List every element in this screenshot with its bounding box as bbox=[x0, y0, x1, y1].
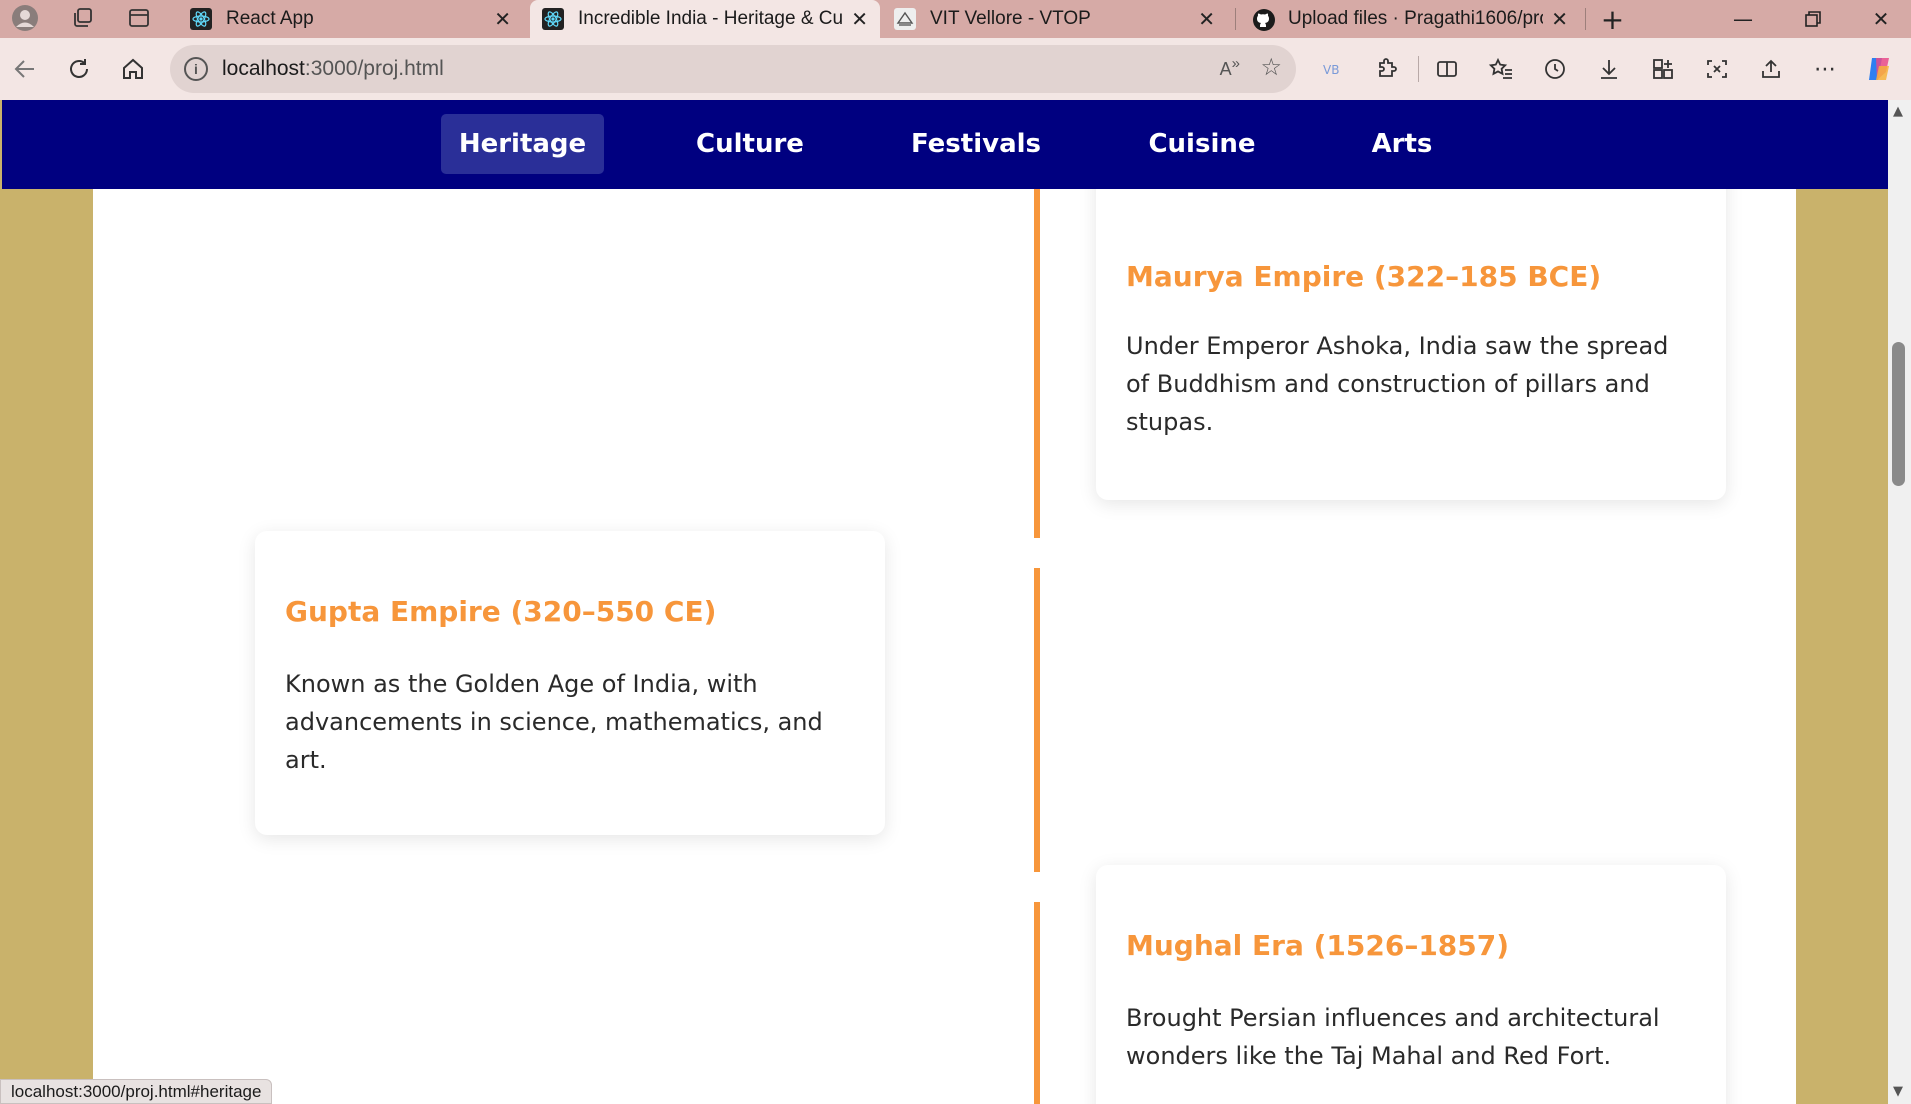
tab-vit-vtop[interactable]: VIT Vellore - VTOP ✕ bbox=[882, 0, 1227, 38]
timeline-card-text: Under Emperor Ashoka, India saw the spre… bbox=[1126, 332, 1669, 436]
share-icon[interactable] bbox=[1750, 48, 1792, 90]
new-tab-plus-icon[interactable]: + bbox=[1585, 0, 1640, 38]
scroll-up-arrow-icon[interactable]: ▲ bbox=[1893, 104, 1903, 119]
main-content: Maurya Empire (322–185 BCE) Under Empero… bbox=[93, 100, 1796, 1104]
page-viewport: Maurya Empire (322–185 BCE) Under Empero… bbox=[0, 100, 1888, 1104]
copilot-icon[interactable] bbox=[1858, 48, 1900, 90]
github-icon bbox=[1252, 8, 1275, 31]
timeline-card-title: Maurya Empire (322–185 BCE) bbox=[1126, 260, 1602, 293]
url-path: :3000/proj.html bbox=[304, 57, 444, 80]
tab-title: React App bbox=[226, 8, 314, 29]
tab-incredible-india[interactable]: Incredible India - Heritage & Culture ✕ bbox=[530, 0, 880, 38]
react-icon bbox=[542, 8, 564, 30]
browser-toolbar: i localhost:3000/proj.html A» ☆ VB ⋯ bbox=[0, 38, 1911, 100]
apps-icon[interactable] bbox=[1642, 48, 1684, 90]
close-tab-icon[interactable]: ✕ bbox=[494, 7, 511, 32]
link-status-bar: localhost:3000/proj.html#heritage bbox=[0, 1079, 273, 1104]
timeline-card-title: Gupta Empire (320–550 CE) bbox=[285, 595, 717, 628]
address-bar[interactable]: i localhost:3000/proj.html A» ☆ bbox=[170, 45, 1296, 93]
timeline-card-text: Brought Persian influences and architect… bbox=[1126, 1004, 1660, 1070]
browser-tab-bar: React App ✕ Incredible India - Heritage … bbox=[0, 0, 1911, 38]
timeline-line bbox=[1034, 568, 1040, 872]
nav-cuisine[interactable]: Cuisine bbox=[1112, 114, 1292, 174]
url-host: localhost bbox=[222, 57, 305, 80]
tab-title: Incredible India - Heritage & Culture bbox=[578, 8, 844, 29]
workspaces-icon[interactable] bbox=[68, 3, 98, 33]
tab-title: VIT Vellore - VTOP bbox=[930, 8, 1091, 29]
timeline-line bbox=[1034, 902, 1040, 1104]
downloads-icon[interactable] bbox=[1588, 48, 1630, 90]
close-window-icon[interactable]: ✕ bbox=[1851, 0, 1911, 38]
nav-festivals[interactable]: Festivals bbox=[890, 114, 1062, 174]
read-aloud-icon[interactable]: A» bbox=[1220, 55, 1240, 80]
nav-culture[interactable]: Culture bbox=[660, 114, 840, 174]
profile-icon[interactable] bbox=[10, 3, 40, 33]
minimize-icon[interactable]: — bbox=[1713, 0, 1773, 38]
split-screen-icon[interactable] bbox=[1426, 48, 1468, 90]
restore-icon[interactable] bbox=[1783, 0, 1843, 38]
close-tab-icon[interactable]: ✕ bbox=[1551, 7, 1568, 32]
screenshot-icon[interactable] bbox=[1696, 48, 1738, 90]
timeline-card-gupta: Gupta Empire (320–550 CE) Known as the G… bbox=[255, 531, 885, 835]
vit-logo-icon bbox=[894, 8, 916, 30]
timeline-line bbox=[1034, 189, 1040, 538]
more-options-icon[interactable]: ⋯ bbox=[1804, 48, 1846, 90]
favorites-icon[interactable] bbox=[1480, 48, 1522, 90]
refresh-icon[interactable] bbox=[58, 48, 100, 90]
history-icon[interactable] bbox=[1534, 48, 1576, 90]
scrollbar-thumb[interactable] bbox=[1892, 342, 1905, 486]
site-info-icon[interactable]: i bbox=[184, 57, 208, 81]
extensions-puzzle-icon[interactable] bbox=[1366, 48, 1408, 90]
close-tab-icon[interactable]: ✕ bbox=[1198, 7, 1215, 32]
close-tab-icon[interactable]: ✕ bbox=[851, 7, 868, 32]
tab-github-upload[interactable]: Upload files · Pragathi1606/proj ✕ bbox=[1240, 0, 1580, 38]
copilot-vs-icon[interactable]: VB bbox=[1312, 48, 1354, 90]
toolbar-separator bbox=[1418, 56, 1419, 82]
home-icon[interactable] bbox=[112, 48, 154, 90]
nav-arts[interactable]: Arts bbox=[1342, 114, 1462, 174]
react-icon bbox=[190, 8, 212, 30]
tab-react-app[interactable]: React App ✕ bbox=[178, 0, 523, 38]
timeline-card-mughal: Mughal Era (1526–1857) Brought Persian i… bbox=[1096, 865, 1726, 1104]
tab-separator bbox=[1235, 8, 1236, 30]
page-scrollbar[interactable]: ▲ ▼ bbox=[1888, 100, 1911, 1104]
vertical-tabs-icon[interactable] bbox=[124, 3, 154, 33]
address-url[interactable]: localhost:3000/proj.html bbox=[222, 57, 444, 81]
favorite-star-icon[interactable]: ☆ bbox=[1260, 53, 1282, 81]
site-navbar: Heritage Culture Festivals Cuisine Arts bbox=[2, 100, 1888, 189]
tab-title: Upload files · Pragathi1606/proj bbox=[1288, 8, 1544, 29]
timeline-card-maurya: Maurya Empire (322–185 BCE) Under Empero… bbox=[1096, 160, 1726, 500]
svg-text:VB: VB bbox=[1323, 63, 1339, 77]
timeline-card-text: Known as the Golden Age of India, with a… bbox=[285, 670, 823, 774]
back-arrow-icon[interactable] bbox=[4, 48, 46, 90]
scroll-down-arrow-icon[interactable]: ▼ bbox=[1893, 1084, 1903, 1099]
timeline-card-title: Mughal Era (1526–1857) bbox=[1126, 929, 1510, 962]
nav-heritage[interactable]: Heritage bbox=[441, 114, 604, 174]
